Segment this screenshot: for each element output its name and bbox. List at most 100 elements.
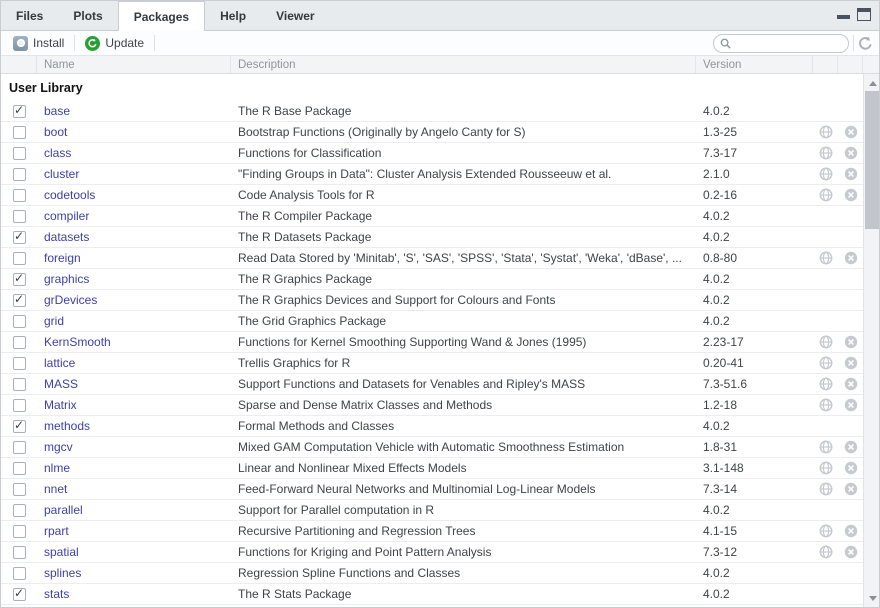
package-checkbox[interactable]: ✓: [13, 420, 26, 433]
browse-package-icon[interactable]: [819, 356, 833, 370]
package-name-link[interactable]: datasets: [44, 230, 89, 244]
search-input[interactable]: [735, 37, 842, 49]
package-name-link[interactable]: parallel: [44, 503, 83, 517]
table-row: ✓ KernSmooth Functions for Kernel Smooth…: [1, 332, 863, 353]
remove-package-icon[interactable]: [844, 482, 858, 496]
remove-package-icon[interactable]: [844, 524, 858, 538]
package-name-link[interactable]: codetools: [44, 188, 95, 202]
maximize-icon[interactable]: [857, 8, 871, 21]
package-checkbox[interactable]: ✓: [13, 357, 26, 370]
package-name-link[interactable]: class: [44, 146, 71, 160]
package-name-link[interactable]: lattice: [44, 356, 75, 370]
package-checkbox[interactable]: ✓: [13, 147, 26, 160]
browse-package-icon[interactable]: [819, 377, 833, 391]
package-name-link[interactable]: splines: [44, 566, 81, 580]
package-checkbox[interactable]: ✓: [13, 210, 26, 223]
package-description: The R Base Package: [231, 101, 696, 121]
package-name-link[interactable]: Matrix: [44, 398, 77, 412]
package-checkbox[interactable]: ✓: [13, 483, 26, 496]
package-checkbox[interactable]: ✓: [13, 294, 26, 307]
scroll-up-icon[interactable]: [864, 76, 879, 90]
refresh-icon[interactable]: [858, 36, 873, 51]
browse-package-icon[interactable]: [819, 482, 833, 496]
update-button[interactable]: Update: [79, 34, 150, 53]
package-name-link[interactable]: boot: [44, 125, 67, 139]
package-checkbox[interactable]: ✓: [13, 231, 26, 244]
column-description[interactable]: Description: [231, 56, 696, 73]
package-checkbox[interactable]: ✓: [13, 189, 26, 202]
scrollbar-thumb[interactable]: [865, 91, 879, 229]
browse-package-icon[interactable]: [819, 146, 833, 160]
package-checkbox[interactable]: ✓: [13, 462, 26, 475]
package-name-link[interactable]: grDevices: [44, 293, 97, 307]
package-name-link[interactable]: compiler: [44, 209, 89, 223]
package-checkbox[interactable]: ✓: [13, 168, 26, 181]
package-name-link[interactable]: nnet: [44, 482, 67, 496]
remove-package-icon[interactable]: [844, 188, 858, 202]
column-version[interactable]: Version: [696, 56, 813, 73]
package-checkbox[interactable]: ✓: [13, 252, 26, 265]
remove-package-icon[interactable]: [844, 440, 858, 454]
package-checkbox[interactable]: ✓: [13, 567, 26, 580]
browse-package-icon[interactable]: [819, 545, 833, 559]
remove-package-icon[interactable]: [844, 251, 858, 265]
package-name-link[interactable]: base: [44, 104, 70, 118]
tab-viewer[interactable]: Viewer: [261, 1, 329, 30]
package-checkbox[interactable]: ✓: [13, 315, 26, 328]
vertical-scrollbar[interactable]: [863, 74, 879, 607]
browse-package-icon[interactable]: [819, 125, 833, 139]
browse-package-icon[interactable]: [819, 524, 833, 538]
package-name-link[interactable]: mgcv: [44, 440, 73, 454]
package-name-link[interactable]: methods: [44, 419, 90, 433]
package-version: 4.0.2: [696, 290, 813, 310]
package-checkbox[interactable]: ✓: [13, 105, 26, 118]
package-checkbox[interactable]: ✓: [13, 126, 26, 139]
browse-package-icon[interactable]: [819, 440, 833, 454]
tab-plots[interactable]: Plots: [58, 1, 117, 30]
remove-package-icon[interactable]: [844, 377, 858, 391]
tab-packages[interactable]: Packages: [118, 1, 205, 31]
package-name-link[interactable]: KernSmooth: [44, 335, 111, 349]
browse-package-icon[interactable]: [819, 398, 833, 412]
browse-package-icon[interactable]: [819, 251, 833, 265]
remove-package-icon[interactable]: [844, 167, 858, 181]
scroll-down-icon[interactable]: [864, 591, 879, 605]
package-name-link[interactable]: grid: [44, 314, 64, 328]
browse-package-icon[interactable]: [819, 461, 833, 475]
remove-package-icon[interactable]: [844, 461, 858, 475]
package-checkbox[interactable]: ✓: [13, 525, 26, 538]
browse-package-icon[interactable]: [819, 188, 833, 202]
remove-package-icon[interactable]: [844, 146, 858, 160]
package-checkbox[interactable]: ✓: [13, 378, 26, 391]
package-description: The R Stats Package: [231, 584, 696, 604]
package-name-link[interactable]: nlme: [44, 461, 70, 475]
browse-package-icon[interactable]: [819, 335, 833, 349]
package-version: 0.2-16: [696, 185, 813, 205]
remove-package-icon[interactable]: [844, 335, 858, 349]
remove-package-icon[interactable]: [844, 545, 858, 559]
browse-package-icon[interactable]: [819, 167, 833, 181]
package-checkbox[interactable]: ✓: [13, 588, 26, 601]
package-checkbox[interactable]: ✓: [13, 546, 26, 559]
package-checkbox[interactable]: ✓: [13, 336, 26, 349]
remove-package-icon[interactable]: [844, 398, 858, 412]
package-name-link[interactable]: foreign: [44, 251, 81, 265]
package-checkbox[interactable]: ✓: [13, 441, 26, 454]
minimize-icon[interactable]: [837, 8, 850, 21]
package-name-link[interactable]: stats: [44, 587, 69, 601]
package-name-link[interactable]: rpart: [44, 524, 69, 538]
package-checkbox[interactable]: ✓: [13, 399, 26, 412]
remove-package-icon[interactable]: [844, 125, 858, 139]
tab-help[interactable]: Help: [205, 1, 261, 30]
remove-package-icon[interactable]: [844, 356, 858, 370]
package-name-link[interactable]: MASS: [44, 377, 78, 391]
package-checkbox[interactable]: ✓: [13, 504, 26, 517]
package-name-link[interactable]: cluster: [44, 167, 79, 181]
install-button[interactable]: Install: [7, 34, 70, 53]
toolbar-separator: [154, 35, 155, 51]
tab-files[interactable]: Files: [1, 1, 58, 30]
package-name-link[interactable]: spatial: [44, 545, 79, 559]
package-checkbox[interactable]: ✓: [13, 273, 26, 286]
column-name[interactable]: Name: [37, 56, 231, 73]
package-name-link[interactable]: graphics: [44, 272, 89, 286]
